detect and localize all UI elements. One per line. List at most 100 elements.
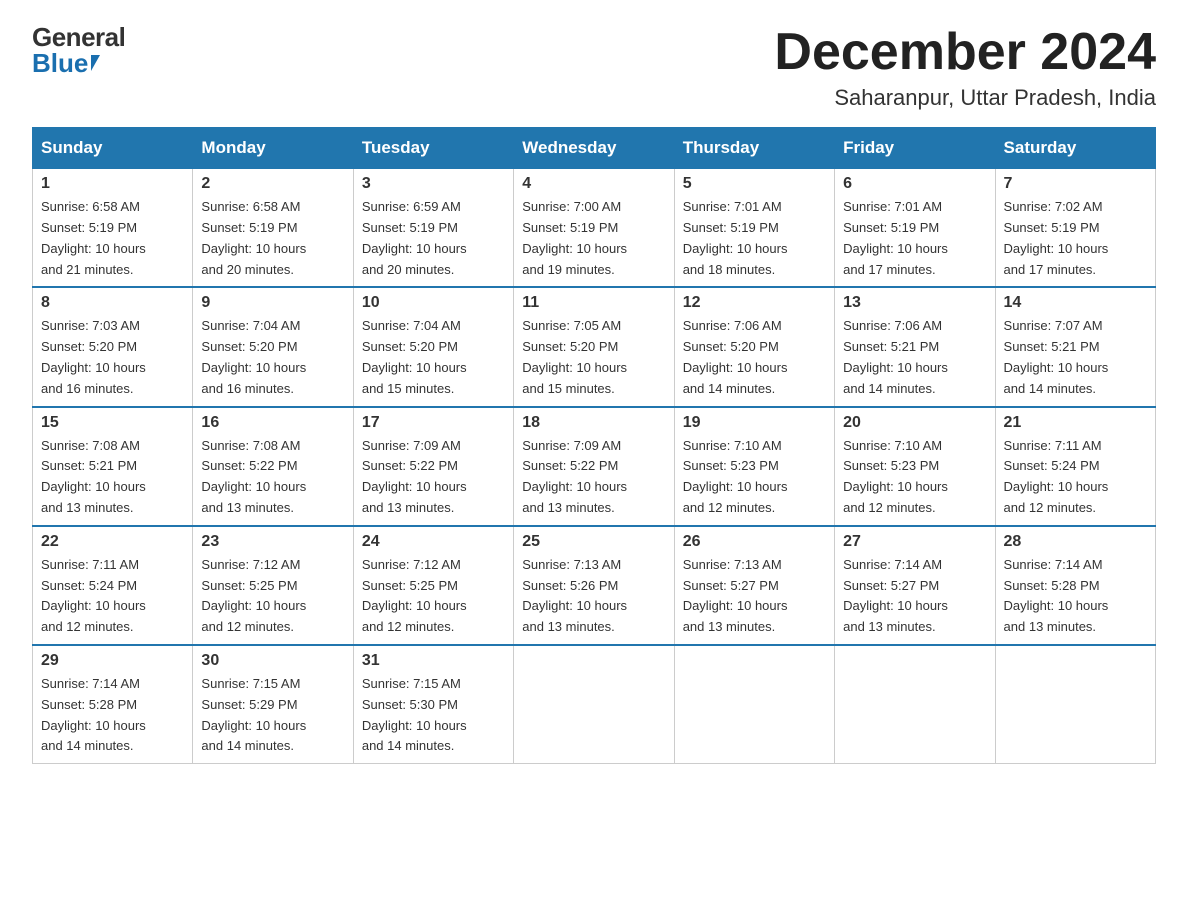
calendar-cell: 21 Sunrise: 7:11 AM Sunset: 5:24 PM Dayl… bbox=[995, 407, 1155, 526]
calendar-cell: 26 Sunrise: 7:13 AM Sunset: 5:27 PM Dayl… bbox=[674, 526, 834, 645]
day-number: 27 bbox=[843, 533, 986, 551]
day-number: 2 bbox=[201, 175, 344, 193]
logo-blue-text: Blue bbox=[32, 50, 88, 76]
day-number: 28 bbox=[1004, 533, 1147, 551]
calendar-cell: 28 Sunrise: 7:14 AM Sunset: 5:28 PM Dayl… bbox=[995, 526, 1155, 645]
day-number: 11 bbox=[522, 294, 665, 312]
calendar-cell bbox=[674, 645, 834, 764]
calendar-cell bbox=[514, 645, 674, 764]
calendar-cell: 12 Sunrise: 7:06 AM Sunset: 5:20 PM Dayl… bbox=[674, 287, 834, 406]
day-info: Sunrise: 7:10 AM Sunset: 5:23 PM Dayligh… bbox=[683, 436, 826, 519]
calendar-cell: 11 Sunrise: 7:05 AM Sunset: 5:20 PM Dayl… bbox=[514, 287, 674, 406]
calendar-cell: 29 Sunrise: 7:14 AM Sunset: 5:28 PM Dayl… bbox=[33, 645, 193, 764]
day-info: Sunrise: 7:09 AM Sunset: 5:22 PM Dayligh… bbox=[362, 436, 505, 519]
day-number: 25 bbox=[522, 533, 665, 551]
day-info: Sunrise: 6:58 AM Sunset: 5:19 PM Dayligh… bbox=[201, 197, 344, 280]
title-area: December 2024 Saharanpur, Uttar Pradesh,… bbox=[774, 24, 1156, 111]
header-monday: Monday bbox=[193, 128, 353, 169]
day-number: 15 bbox=[41, 414, 184, 432]
calendar-cell: 5 Sunrise: 7:01 AM Sunset: 5:19 PM Dayli… bbox=[674, 169, 834, 288]
header-sunday: Sunday bbox=[33, 128, 193, 169]
calendar-cell: 23 Sunrise: 7:12 AM Sunset: 5:25 PM Dayl… bbox=[193, 526, 353, 645]
day-number: 4 bbox=[522, 175, 665, 193]
day-info: Sunrise: 7:04 AM Sunset: 5:20 PM Dayligh… bbox=[201, 316, 344, 399]
day-info: Sunrise: 7:01 AM Sunset: 5:19 PM Dayligh… bbox=[683, 197, 826, 280]
day-number: 31 bbox=[362, 652, 505, 670]
calendar-cell: 30 Sunrise: 7:15 AM Sunset: 5:29 PM Dayl… bbox=[193, 645, 353, 764]
day-info: Sunrise: 7:08 AM Sunset: 5:22 PM Dayligh… bbox=[201, 436, 344, 519]
day-number: 13 bbox=[843, 294, 986, 312]
day-info: Sunrise: 7:08 AM Sunset: 5:21 PM Dayligh… bbox=[41, 436, 184, 519]
day-info: Sunrise: 7:06 AM Sunset: 5:20 PM Dayligh… bbox=[683, 316, 826, 399]
calendar-week-row: 1 Sunrise: 6:58 AM Sunset: 5:19 PM Dayli… bbox=[33, 169, 1156, 288]
day-info: Sunrise: 7:06 AM Sunset: 5:21 PM Dayligh… bbox=[843, 316, 986, 399]
day-info: Sunrise: 7:14 AM Sunset: 5:28 PM Dayligh… bbox=[41, 674, 184, 757]
calendar-cell: 22 Sunrise: 7:11 AM Sunset: 5:24 PM Dayl… bbox=[33, 526, 193, 645]
day-info: Sunrise: 7:07 AM Sunset: 5:21 PM Dayligh… bbox=[1004, 316, 1147, 399]
day-info: Sunrise: 7:02 AM Sunset: 5:19 PM Dayligh… bbox=[1004, 197, 1147, 280]
day-number: 21 bbox=[1004, 414, 1147, 432]
page-header: General Blue December 2024 Saharanpur, U… bbox=[32, 24, 1156, 111]
calendar-week-row: 15 Sunrise: 7:08 AM Sunset: 5:21 PM Dayl… bbox=[33, 407, 1156, 526]
day-number: 20 bbox=[843, 414, 986, 432]
day-info: Sunrise: 7:04 AM Sunset: 5:20 PM Dayligh… bbox=[362, 316, 505, 399]
day-info: Sunrise: 7:03 AM Sunset: 5:20 PM Dayligh… bbox=[41, 316, 184, 399]
day-number: 18 bbox=[522, 414, 665, 432]
calendar-cell: 1 Sunrise: 6:58 AM Sunset: 5:19 PM Dayli… bbox=[33, 169, 193, 288]
logo-general-text: General bbox=[32, 24, 125, 50]
day-info: Sunrise: 7:10 AM Sunset: 5:23 PM Dayligh… bbox=[843, 436, 986, 519]
calendar-cell: 15 Sunrise: 7:08 AM Sunset: 5:21 PM Dayl… bbox=[33, 407, 193, 526]
day-info: Sunrise: 7:14 AM Sunset: 5:27 PM Dayligh… bbox=[843, 555, 986, 638]
month-title: December 2024 bbox=[774, 24, 1156, 81]
day-info: Sunrise: 7:11 AM Sunset: 5:24 PM Dayligh… bbox=[1004, 436, 1147, 519]
day-info: Sunrise: 7:13 AM Sunset: 5:26 PM Dayligh… bbox=[522, 555, 665, 638]
logo: General Blue bbox=[32, 24, 125, 76]
day-info: Sunrise: 7:09 AM Sunset: 5:22 PM Dayligh… bbox=[522, 436, 665, 519]
day-info: Sunrise: 7:15 AM Sunset: 5:30 PM Dayligh… bbox=[362, 674, 505, 757]
calendar-cell: 13 Sunrise: 7:06 AM Sunset: 5:21 PM Dayl… bbox=[835, 287, 995, 406]
day-info: Sunrise: 6:58 AM Sunset: 5:19 PM Dayligh… bbox=[41, 197, 184, 280]
day-info: Sunrise: 7:12 AM Sunset: 5:25 PM Dayligh… bbox=[201, 555, 344, 638]
day-number: 26 bbox=[683, 533, 826, 551]
calendar-table: SundayMondayTuesdayWednesdayThursdayFrid… bbox=[32, 127, 1156, 764]
calendar-cell bbox=[995, 645, 1155, 764]
header-saturday: Saturday bbox=[995, 128, 1155, 169]
day-number: 23 bbox=[201, 533, 344, 551]
calendar-cell: 20 Sunrise: 7:10 AM Sunset: 5:23 PM Dayl… bbox=[835, 407, 995, 526]
calendar-cell: 3 Sunrise: 6:59 AM Sunset: 5:19 PM Dayli… bbox=[353, 169, 513, 288]
calendar-cell: 16 Sunrise: 7:08 AM Sunset: 5:22 PM Dayl… bbox=[193, 407, 353, 526]
calendar-cell bbox=[835, 645, 995, 764]
day-number: 1 bbox=[41, 175, 184, 193]
location-title: Saharanpur, Uttar Pradesh, India bbox=[774, 85, 1156, 111]
calendar-cell: 2 Sunrise: 6:58 AM Sunset: 5:19 PM Dayli… bbox=[193, 169, 353, 288]
calendar-cell: 18 Sunrise: 7:09 AM Sunset: 5:22 PM Dayl… bbox=[514, 407, 674, 526]
day-number: 10 bbox=[362, 294, 505, 312]
day-number: 17 bbox=[362, 414, 505, 432]
day-number: 7 bbox=[1004, 175, 1147, 193]
day-number: 22 bbox=[41, 533, 184, 551]
day-number: 3 bbox=[362, 175, 505, 193]
day-number: 29 bbox=[41, 652, 184, 670]
day-number: 5 bbox=[683, 175, 826, 193]
day-info: Sunrise: 7:12 AM Sunset: 5:25 PM Dayligh… bbox=[362, 555, 505, 638]
calendar-cell: 6 Sunrise: 7:01 AM Sunset: 5:19 PM Dayli… bbox=[835, 169, 995, 288]
calendar-cell: 4 Sunrise: 7:00 AM Sunset: 5:19 PM Dayli… bbox=[514, 169, 674, 288]
calendar-cell: 10 Sunrise: 7:04 AM Sunset: 5:20 PM Dayl… bbox=[353, 287, 513, 406]
calendar-cell: 14 Sunrise: 7:07 AM Sunset: 5:21 PM Dayl… bbox=[995, 287, 1155, 406]
calendar-cell: 7 Sunrise: 7:02 AM Sunset: 5:19 PM Dayli… bbox=[995, 169, 1155, 288]
header-friday: Friday bbox=[835, 128, 995, 169]
day-number: 6 bbox=[843, 175, 986, 193]
header-tuesday: Tuesday bbox=[353, 128, 513, 169]
day-number: 16 bbox=[201, 414, 344, 432]
calendar-week-row: 22 Sunrise: 7:11 AM Sunset: 5:24 PM Dayl… bbox=[33, 526, 1156, 645]
calendar-week-row: 29 Sunrise: 7:14 AM Sunset: 5:28 PM Dayl… bbox=[33, 645, 1156, 764]
calendar-cell: 27 Sunrise: 7:14 AM Sunset: 5:27 PM Dayl… bbox=[835, 526, 995, 645]
day-number: 24 bbox=[362, 533, 505, 551]
day-info: Sunrise: 7:15 AM Sunset: 5:29 PM Dayligh… bbox=[201, 674, 344, 757]
calendar-week-row: 8 Sunrise: 7:03 AM Sunset: 5:20 PM Dayli… bbox=[33, 287, 1156, 406]
day-number: 14 bbox=[1004, 294, 1147, 312]
calendar-cell: 24 Sunrise: 7:12 AM Sunset: 5:25 PM Dayl… bbox=[353, 526, 513, 645]
calendar-header-row: SundayMondayTuesdayWednesdayThursdayFrid… bbox=[33, 128, 1156, 169]
calendar-cell: 17 Sunrise: 7:09 AM Sunset: 5:22 PM Dayl… bbox=[353, 407, 513, 526]
day-info: Sunrise: 6:59 AM Sunset: 5:19 PM Dayligh… bbox=[362, 197, 505, 280]
